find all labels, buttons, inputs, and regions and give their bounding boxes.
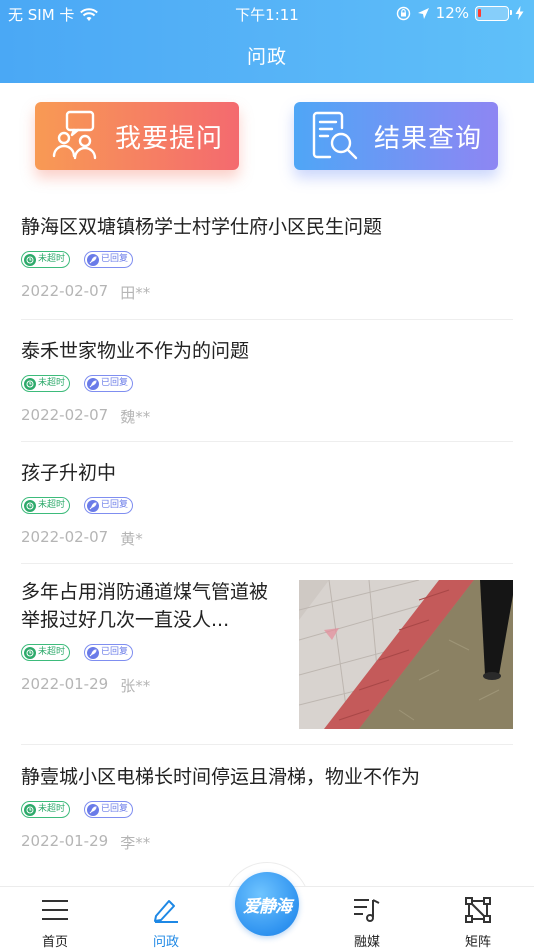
pencil-edit-icon [126,895,206,925]
clock-icon [24,377,36,390]
item-user: 田** [120,284,151,302]
tab-wenzheng[interactable]: 问政 [126,895,206,950]
clock-icon [24,253,36,266]
item-date: 2022-02-07 [21,528,109,546]
clock-icon [24,646,36,659]
people-question-icon [52,110,97,160]
item-user: 李** [120,834,151,852]
tab-media-label: 融媒 [353,935,380,950]
action-bar: 我要提问 结果查询 [0,83,534,195]
feather-icon [87,803,100,816]
not-overdue-badge: 未超时 [21,497,71,514]
aijinghai-center-button[interactable]: 爱静海 [235,872,299,936]
battery-percent: 12% [435,4,469,22]
item-date: 2022-02-07 [21,406,109,424]
page-title: 问政 [246,46,287,68]
status-bar: 无 SIM 卡 下午1:11 12% [0,0,534,28]
item-user: 张** [120,677,151,695]
item-date: 2022-02-07 [21,282,109,300]
item-thumbnail[interactable] [299,580,513,729]
not-overdue-badge: 未超时 [21,251,71,268]
list-item[interactable]: 多年占用消防通道煤气管道被举报过好几次一直没人... 未超时 已回复 2022-… [21,564,513,745]
result-query-label: 结果查询 [374,123,483,154]
list-item[interactable]: 孩子升初中 未超时 已回复 2022-02-07 黄* [21,442,513,564]
list-item[interactable]: 静壹城小区电梯长时间停运且滑梯，物业不作为 未超时 已回复 2022-01-29… [21,745,513,865]
tab-matrix[interactable]: 矩阵 [438,895,518,950]
not-overdue-badge: 未超时 [21,644,71,661]
clock-icon [24,499,36,512]
menu-icon [15,895,95,925]
charging-bolt-icon [515,6,524,20]
question-list: 静海区双塘镇杨学士村学仕府小区民生问题 未超时 已回复 2022-02-07 田… [0,195,534,865]
location-arrow-icon [417,7,429,19]
not-overdue-badge: 未超时 [21,375,71,392]
item-title: 孩子升初中 [21,462,117,484]
replied-badge: 已回复 [84,644,134,661]
replied-badge: 已回复 [84,801,134,818]
ask-question-button[interactable]: 我要提问 [35,102,239,170]
item-user: 黄* [120,530,143,548]
music-list-icon [327,895,407,925]
orientation-lock-icon [396,6,410,20]
not-overdue-badge: 未超时 [21,801,71,818]
list-item[interactable]: 泰禾世家物业不作为的问题 未超时 已回复 2022-02-07 魏** [21,320,513,442]
replied-badge: 已回复 [84,497,134,514]
tab-matrix-label: 矩阵 [464,935,491,950]
tab-home[interactable]: 首页 [15,895,95,950]
item-date: 2022-01-29 [21,832,109,850]
item-title: 多年占用消防通道煤气管道被举报过好几次一直没人... [21,581,269,631]
battery-icon [475,5,512,21]
document-search-icon [312,111,358,160]
item-title: 泰禾世家物业不作为的问题 [21,340,250,362]
item-date: 2022-01-29 [21,675,109,693]
item-title: 静海区双塘镇杨学士村学仕府小区民生问题 [21,216,383,238]
ask-question-label: 我要提问 [115,123,224,154]
item-user: 魏** [120,408,151,426]
replied-badge: 已回复 [84,251,134,268]
pavement-photo [299,580,513,729]
app-header: 无 SIM 卡 下午1:11 12% 问政 [0,0,534,83]
feather-icon [87,499,100,512]
item-title: 静壹城小区电梯长时间停运且滑梯，物业不作为 [21,766,421,788]
tab-wenzheng-label: 问政 [152,935,179,950]
list-item[interactable]: 静海区双塘镇杨学士村学仕府小区民生问题 未超时 已回复 2022-02-07 田… [21,195,513,320]
feather-icon [87,253,100,266]
tab-media[interactable]: 融媒 [327,895,407,950]
result-query-button[interactable]: 结果查询 [294,102,498,170]
feather-icon [87,377,100,390]
replied-badge: 已回复 [84,375,134,392]
aijinghai-logo-text: 爱静海 [243,896,292,917]
clock-icon [24,803,36,816]
matrix-nodes-icon [438,895,518,925]
tab-home-label: 首页 [41,935,68,950]
feather-icon [87,646,100,659]
